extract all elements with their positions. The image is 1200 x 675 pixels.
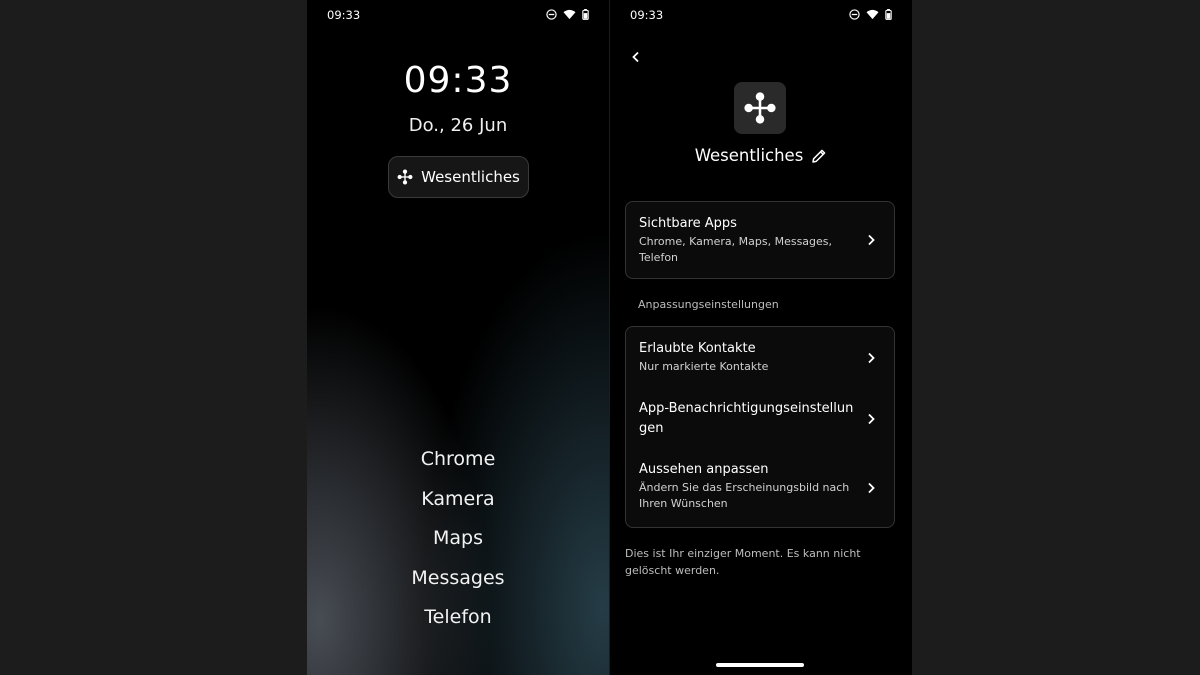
footer-note: Dies ist Ihr einziger Moment. Es kann ni… [625, 547, 861, 577]
app-notifications-title: App-Benachrichtigungseinstellungen [639, 401, 854, 436]
chevron-right-icon [868, 234, 875, 246]
mode-chip-label: Wesentliches [421, 168, 520, 186]
customize-appearance-row[interactable]: Aussehen anpassen Ändern Sie das Erschei… [626, 449, 894, 527]
chevron-right-icon [868, 413, 875, 424]
visible-apps-row[interactable]: Sichtbare Apps Chrome, Kamera, Maps, Mes… [626, 202, 894, 278]
lock-date: Do., 26 Jun [408, 115, 508, 136]
status-time: 09:33 [630, 8, 664, 22]
allowed-contacts-row[interactable]: Erlaubte Kontakte Nur markierte Kontakte [626, 327, 894, 388]
customize-appearance-subtitle: Ändern Sie das Erscheinungsbild nach Ihr… [639, 481, 850, 510]
mode-title-row: Wesentliches [610, 146, 912, 165]
app-item-kamera[interactable]: Kamera [307, 480, 609, 520]
app-item-messages[interactable]: Messages [307, 559, 609, 599]
app-item-chrome[interactable]: Chrome [307, 440, 609, 480]
battery-icon [885, 9, 892, 20]
do-not-disturb-icon [546, 9, 557, 20]
section-label: Anpassungseinstellungen [638, 298, 779, 311]
battery-icon [582, 9, 589, 20]
visible-apps-subtitle: Chrome, Kamera, Maps, Messages, Telefon [639, 235, 833, 264]
mode-flower-icon [397, 169, 413, 185]
status-time: 09:33 [327, 8, 361, 22]
status-bar: 09:33 [307, 0, 609, 30]
mode-flower-icon [744, 92, 776, 124]
app-notifications-row[interactable]: App-Benachrichtigungseinstellungen [626, 388, 894, 449]
visible-apps-title: Sichtbare Apps [639, 216, 737, 231]
allowed-contacts-subtitle: Nur markierte Kontakte [639, 360, 769, 373]
mode-chip[interactable]: Wesentliches [388, 156, 529, 198]
allowed-contacts-title: Erlaubte Kontakte [639, 341, 756, 356]
mode-title: Wesentliches [694, 146, 804, 165]
app-item-telefon[interactable]: Telefon [307, 598, 609, 638]
do-not-disturb-icon [849, 9, 860, 20]
wifi-icon [866, 9, 879, 20]
lock-screen: 09:33 09:33 Do., 26 Jun Wesentliches Chr… [307, 0, 609, 675]
lock-clock: 09:33 [403, 60, 513, 101]
back-arrow-icon [632, 51, 639, 63]
wifi-icon [563, 9, 576, 20]
customization-card: Erlaubte Kontakte Nur markierte Kontakte… [625, 326, 895, 528]
status-bar: 09:33 [610, 0, 912, 30]
chevron-right-icon [868, 482, 875, 494]
mode-settings-screen: 09:33 Wesentliches Sichtbare Apps Chrome… [610, 0, 912, 675]
visible-apps-card[interactable]: Sichtbare Apps Chrome, Kamera, Maps, Mes… [625, 201, 895, 279]
back-button[interactable] [624, 45, 648, 69]
app-list: Chrome Kamera Maps Messages Telefon [307, 440, 609, 638]
pencil-icon[interactable] [811, 148, 827, 164]
customize-appearance-title: Aussehen anpassen [639, 462, 769, 477]
mode-icon[interactable] [734, 82, 786, 134]
home-indicator[interactable] [716, 663, 804, 667]
app-item-maps[interactable]: Maps [307, 519, 609, 559]
chevron-right-icon [868, 352, 875, 363]
